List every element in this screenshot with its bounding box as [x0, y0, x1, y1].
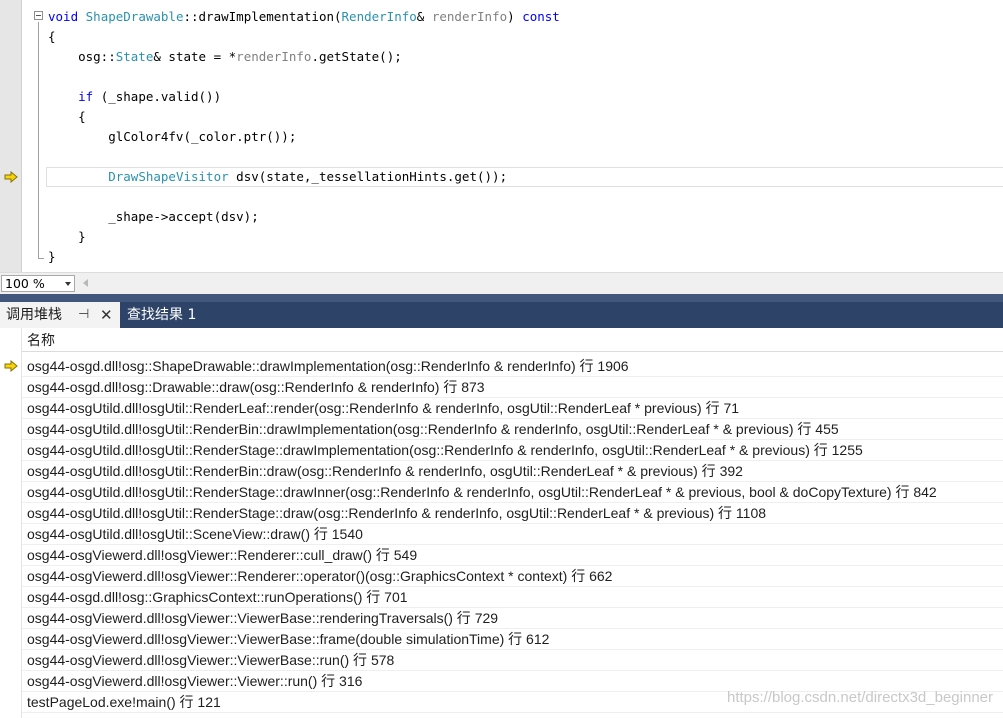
current-statement-arrow-icon	[4, 171, 18, 183]
code-line[interactable]: }	[48, 227, 86, 247]
call-stack-gutter	[0, 328, 22, 718]
call-stack-frame[interactable]: osg44-osgUtild.dll!osgUtil::RenderBin::d…	[22, 461, 1003, 482]
code-token: glColor4fv(_color.ptr());	[48, 129, 297, 144]
close-icon[interactable]: ✕	[100, 302, 113, 328]
call-stack-frame[interactable]: osg44-osgUtild.dll!osgUtil::SceneView::d…	[22, 524, 1003, 545]
call-stack-frame[interactable]: osg44-osgd.dll!osg::GraphicsContext::run…	[22, 587, 1003, 608]
code-token: dsv(state,_tessellationHints.get());	[228, 169, 508, 184]
outline-guide-end	[38, 258, 44, 259]
code-line[interactable]: osg::State& state = *renderInfo.getState…	[48, 47, 402, 67]
indicator-margin[interactable]	[0, 0, 21, 272]
code-token: renderInfo	[431, 9, 508, 24]
call-stack-frame[interactable]: osg44-osgd.dll!osg::Drawable::draw(osg::…	[22, 377, 1003, 398]
outline-guide	[38, 22, 39, 258]
call-stack-frame[interactable]: osg44-osgViewerd.dll!osgViewer::ViewerBa…	[22, 650, 1003, 671]
code-token: .getState();	[311, 49, 402, 64]
code-token: _shape->accept(dsv);	[48, 209, 259, 224]
code-token: )	[507, 9, 523, 24]
column-header-name[interactable]: 名称	[22, 330, 1003, 352]
tab-find-results[interactable]: 查找结果 1	[120, 302, 210, 328]
code-token: ShapeDrawable	[85, 9, 184, 24]
code-token: (_shape.valid())	[93, 89, 222, 104]
watermark: https://blog.csdn.net/directx3d_beginner	[726, 689, 993, 706]
outlining-margin	[22, 0, 46, 272]
current-frame-arrow-icon	[4, 360, 18, 372]
code-token: & state = *	[153, 49, 237, 64]
code-token: &	[416, 9, 432, 24]
call-stack-frame[interactable]: osg44-osgUtild.dll!osgUtil::RenderStage:…	[22, 440, 1003, 461]
editor-status-bar: 100 %	[0, 272, 1003, 294]
code-line[interactable]: _shape->accept(dsv);	[48, 207, 259, 227]
chevron-down-icon	[65, 282, 71, 286]
call-stack-frame[interactable]: osg44-osgUtild.dll!osgUtil::RenderLeaf::…	[22, 398, 1003, 419]
tool-window-tab-strip	[0, 294, 1003, 302]
code-token: void	[48, 9, 79, 24]
code-token: }	[48, 249, 56, 264]
call-stack-frame[interactable]: osg44-osgViewerd.dll!osgViewer::Renderer…	[22, 545, 1003, 566]
scroll-left-icon[interactable]	[83, 279, 88, 287]
code-token: RenderInfo	[341, 9, 417, 24]
tab-find-results-label: 查找结果 1	[127, 307, 197, 323]
code-token: ::drawImplementation(	[183, 9, 342, 24]
code-token: {	[48, 29, 56, 44]
code-line[interactable]: glColor4fv(_color.ptr());	[48, 127, 296, 147]
code-token: DrawShapeVisitor	[108, 169, 229, 184]
call-stack-frame[interactable]: osg44-osgViewerd.dll!osgViewer::ViewerBa…	[22, 629, 1003, 650]
call-stack-frame[interactable]: osg44-osgd.dll!osg::ShapeDrawable::drawI…	[22, 356, 1003, 377]
call-stack-frame[interactable]: osg44-osgUtild.dll!osgUtil::RenderBin::d…	[22, 419, 1003, 440]
code-token: {	[48, 109, 86, 124]
code-token: if	[78, 89, 94, 104]
pin-icon[interactable]: ⊣	[78, 302, 89, 328]
call-stack-frame[interactable]: osg44-osgViewerd.dll!osgViewer::Renderer…	[22, 566, 1003, 587]
call-stack-frame[interactable]: osg44-osgUtild.dll!osgUtil::RenderStage:…	[22, 482, 1003, 503]
code-token: renderInfo	[236, 49, 312, 64]
collapse-toggle-icon[interactable]	[34, 11, 43, 20]
code-line[interactable]: if (_shape.valid())	[48, 87, 221, 107]
zoom-value: 100 %	[5, 276, 45, 291]
call-stack-frame[interactable]: osg44-osgUtild.dll!osgUtil::RenderStage:…	[22, 503, 1003, 524]
code-token: osg::	[48, 49, 116, 64]
tab-call-stack-label: 调用堆栈	[6, 307, 62, 323]
call-stack-frame[interactable]: osg44-osgViewerd.dll!osgViewer::ViewerBa…	[22, 608, 1003, 629]
code-token: const	[522, 9, 560, 24]
code-editor[interactable]: void ShapeDrawable::drawImplementation(R…	[0, 0, 1003, 272]
code-line[interactable]: {	[48, 27, 56, 47]
code-line[interactable]: void ShapeDrawable::drawImplementation(R…	[48, 7, 560, 27]
code-line[interactable]: {	[48, 107, 86, 127]
code-line[interactable]: DrawShapeVisitor dsv(state,_tessellation…	[48, 167, 507, 187]
code-token: State	[115, 49, 154, 64]
code-line[interactable]: }	[48, 247, 56, 267]
code-token: }	[48, 229, 86, 244]
tab-call-stack[interactable]: 调用堆栈 ⊣ ✕	[0, 302, 120, 328]
zoom-dropdown[interactable]: 100 %	[1, 275, 75, 292]
call-stack-panel: 名称 osg44-osgd.dll!osg::ShapeDrawable::dr…	[0, 328, 1003, 718]
